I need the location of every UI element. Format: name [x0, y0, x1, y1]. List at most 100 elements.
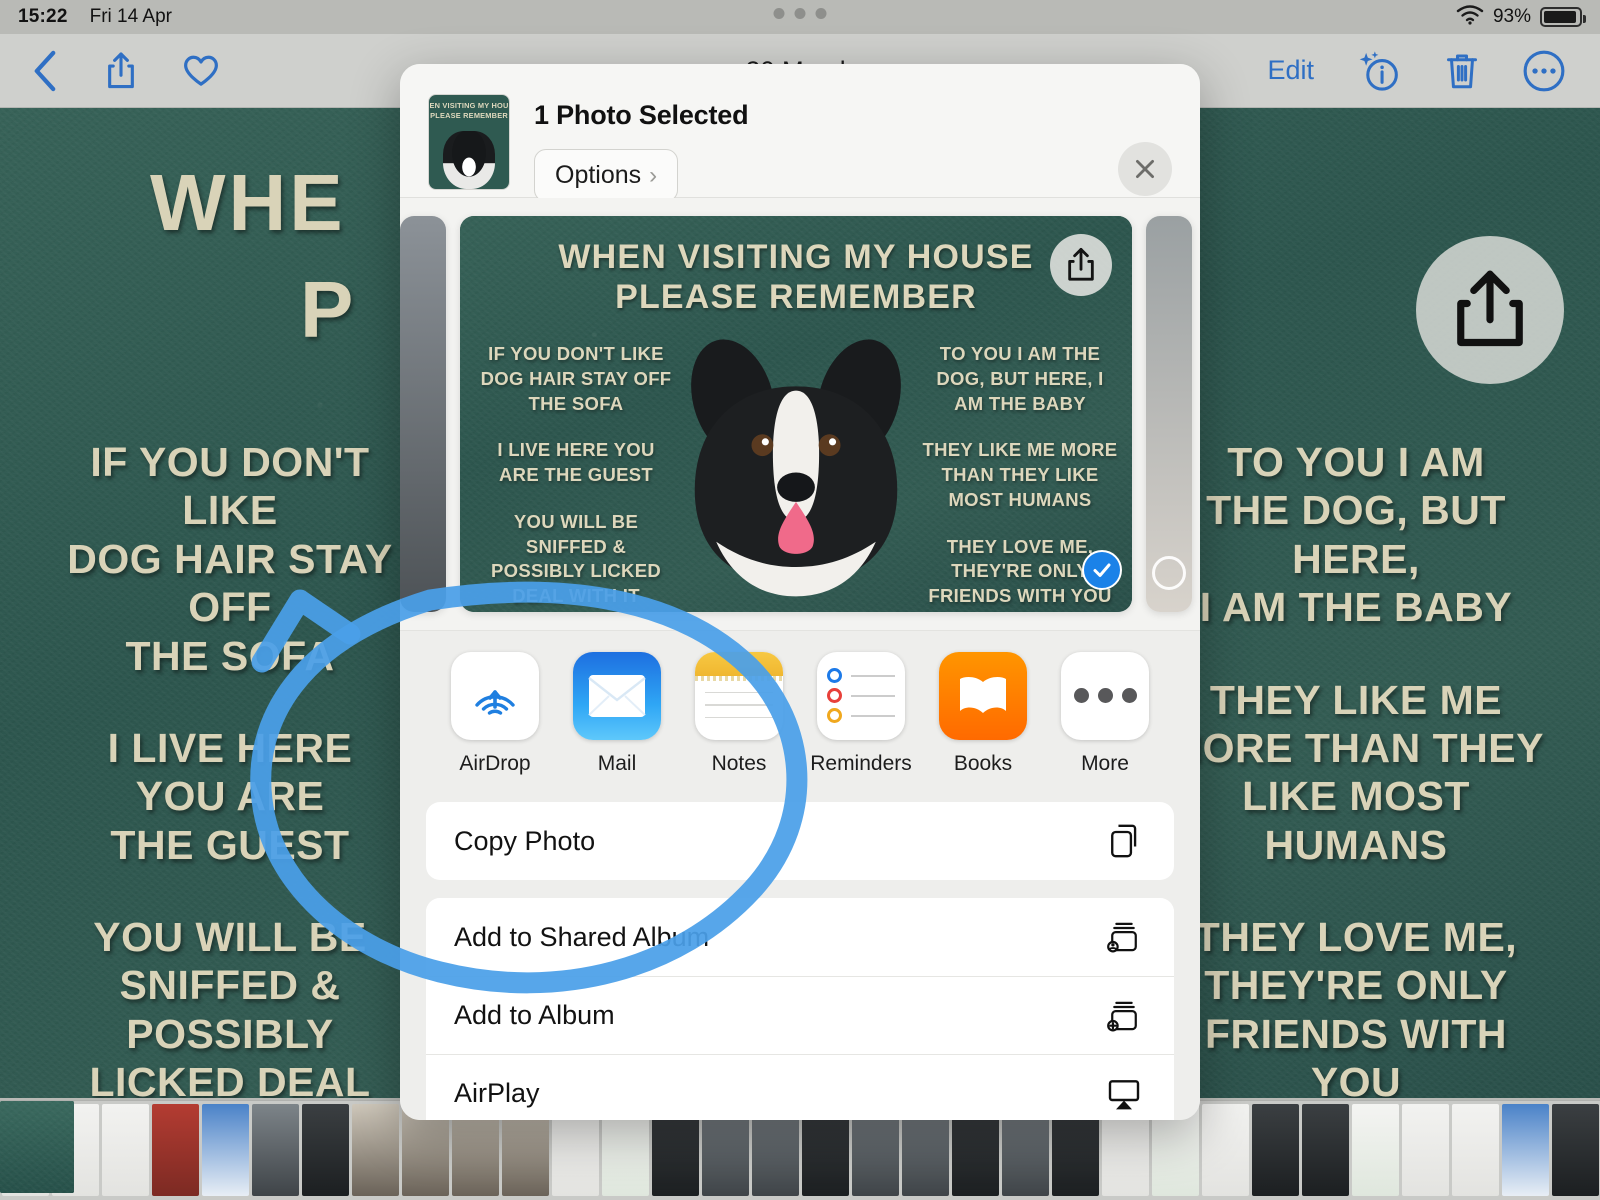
filmstrip-thumb[interactable] — [1552, 1104, 1599, 1196]
airdrop-icon — [451, 651, 539, 740]
filmstrip-thumb[interactable] — [1452, 1104, 1499, 1196]
action-group-copy: Copy Photo — [426, 802, 1174, 880]
airplay-icon — [1102, 1072, 1146, 1116]
bg-right-line-1: TO YOU I AM — [1227, 439, 1485, 485]
filmstrip-thumb[interactable] — [1252, 1104, 1299, 1196]
share-sheet[interactable]: EN VISITING MY HOU PLEASE REMEMBER 1 Pho… — [400, 64, 1200, 1120]
bg-left-line-1: IF YOU DON'T LIKE — [90, 439, 370, 534]
action-add-to-shared-album[interactable]: Add to Shared Album — [426, 898, 1174, 976]
preview-right-block-2: THEY LIKE ME MORE THAN THEY LIKE MOST HU… — [922, 439, 1118, 510]
filmstrip-thumb[interactable] — [1302, 1104, 1349, 1196]
status-time: 15:22 — [18, 6, 68, 27]
checkmark-circle-icon[interactable] — [1082, 550, 1122, 590]
heart-icon[interactable] — [182, 53, 220, 89]
filmstrip-thumb[interactable] — [1502, 1104, 1549, 1196]
bg-right-line-7: THEY LOVE ME, — [1194, 914, 1518, 960]
thumbnail-dog-image — [443, 131, 495, 189]
bg-right-line-3: I AM THE BABY — [1199, 584, 1513, 631]
more-circle-icon[interactable] — [1522, 49, 1566, 93]
bg-left-line-8: SNIFFED & POSSIBLY — [119, 962, 341, 1057]
filmstrip-thumb[interactable] — [202, 1104, 249, 1196]
edit-button[interactable]: Edit — [1267, 55, 1314, 86]
preview-selected-photo[interactable]: WHEN VISITING MY HOUSE PLEASE REMEMBER I… — [460, 216, 1132, 612]
bg-left-line-7: YOU WILL BE — [93, 914, 367, 960]
options-button[interactable]: Options › — [534, 149, 679, 202]
filmstrip-thumb[interactable] — [102, 1104, 149, 1196]
filmstrip-thumb[interactable] — [1202, 1104, 1249, 1196]
app-label: AirDrop — [459, 751, 531, 775]
filmstrip-thumb[interactable] — [252, 1104, 299, 1196]
share-icon[interactable] — [1050, 234, 1112, 296]
selected-photo-thumbnail[interactable]: EN VISITING MY HOU PLEASE REMEMBER — [428, 94, 510, 190]
preview-sign-title-1: WHEN VISITING MY HOUSE — [558, 238, 1034, 276]
share-app-row[interactable]: AirDrop Mail Notes Reminders Books More — [400, 630, 1200, 786]
info-sparkle-icon[interactable] — [1356, 49, 1402, 93]
preview-next-photo[interactable] — [1146, 216, 1192, 612]
thumbnail-line-2: PLEASE REMEMBER — [430, 110, 508, 120]
share-target-books[interactable]: Books — [922, 651, 1044, 776]
selection-title: 1 Photo Selected — [534, 100, 749, 130]
notes-icon — [695, 651, 783, 740]
reminders-icon — [817, 651, 905, 740]
thumbnail-line-1: EN VISITING MY HOU — [429, 101, 509, 110]
app-label: More — [1081, 751, 1129, 775]
bg-right-column: TO YOU I AM THE DOG, BUT HERE, I AM THE … — [1156, 438, 1556, 1098]
preview-left-block-1: IF YOU DON'T LIKE DOG HAIR STAY OFF THE … — [480, 343, 672, 414]
filmstrip-thumb[interactable] — [1402, 1104, 1449, 1196]
bg-right-line-2: THE DOG, BUT HERE, — [1206, 487, 1506, 582]
share-target-mail[interactable]: Mail — [556, 651, 678, 776]
preview-right-block-1: TO YOU I AM THE DOG, BUT HERE, I AM THE … — [936, 343, 1104, 414]
books-icon — [939, 651, 1027, 740]
preview-left-column: IF YOU DON'T LIKE DOG HAIR STAY OFF THE … — [478, 342, 674, 612]
options-label: Options — [555, 161, 642, 189]
action-add-to-album[interactable]: Add to Album — [426, 976, 1174, 1054]
bg-sign-title-line2: P — [300, 265, 357, 354]
app-label: Mail — [597, 751, 637, 775]
action-airplay[interactable]: AirPlay — [426, 1054, 1174, 1120]
multitask-handle-icon[interactable] — [773, 8, 827, 19]
photo-preview-carousel[interactable]: WHEN VISITING MY HOUSE PLEASE REMEMBER I… — [400, 198, 1200, 630]
share-target-reminders[interactable]: Reminders — [800, 651, 922, 776]
shared-album-icon — [1102, 915, 1146, 959]
filmstrip-thumb[interactable] — [352, 1104, 399, 1196]
action-label: Copy Photo — [454, 825, 596, 856]
action-label: Add to Shared Album — [454, 921, 710, 952]
filmstrip-thumb[interactable] — [0, 1101, 74, 1193]
empty-circle-icon[interactable] — [1152, 556, 1186, 590]
app-label: Reminders — [810, 751, 912, 775]
filmstrip-thumb[interactable] — [1352, 1104, 1399, 1196]
preview-left-block-2: I LIVE HERE YOU ARE THE GUEST — [497, 439, 655, 486]
share-target-more[interactable]: More — [1044, 651, 1166, 776]
preview-prev-photo[interactable] — [400, 216, 446, 612]
bg-left-line-6: THE GUEST — [110, 821, 350, 868]
action-copy-photo[interactable]: Copy Photo — [426, 802, 1174, 880]
action-label: AirPlay — [454, 1078, 540, 1108]
mail-icon — [573, 651, 661, 740]
bg-right-line-5: MORE THAN THEY — [1168, 724, 1544, 771]
bg-left-line-5: YOU ARE — [135, 773, 325, 820]
bg-left-line-9: LICKED DEAL WITH IT — [89, 1059, 371, 1098]
filmstrip-thumb[interactable] — [152, 1104, 199, 1196]
bg-left-line-2: DOG HAIR STAY OFF — [67, 535, 393, 631]
share-sheet-header: EN VISITING MY HOU PLEASE REMEMBER 1 Pho… — [400, 64, 1200, 202]
action-label: Add to Album — [454, 1000, 615, 1030]
app-label: Books — [953, 751, 1013, 775]
thumbnail-sign-text: EN VISITING MY HOU PLEASE REMEMBER — [429, 101, 509, 121]
action-group-albums: Add to Shared Album Add to Album AirPlay — [426, 898, 1174, 1120]
chevron-right-icon: › — [649, 161, 658, 189]
battery-percent: 93% — [1492, 6, 1531, 27]
bg-left-line-4: I LIVE HERE — [107, 724, 353, 771]
share-icon[interactable] — [1416, 236, 1564, 384]
share-icon[interactable] — [104, 50, 138, 92]
close-icon[interactable] — [1118, 142, 1172, 196]
preview-dog-image — [691, 339, 901, 597]
share-target-airdrop[interactable]: AirDrop — [434, 651, 556, 776]
share-target-notes[interactable]: Notes — [678, 651, 800, 776]
share-action-list[interactable]: Copy Photo Add to Shared Album Add to Al… — [400, 786, 1200, 1120]
back-chevron-icon[interactable] — [30, 48, 60, 94]
bg-left-line-3: THE SOFA — [125, 632, 335, 679]
bg-right-line-4: THEY LIKE ME — [1209, 676, 1503, 723]
app-label: Notes — [711, 751, 767, 775]
trash-icon[interactable] — [1444, 49, 1480, 93]
filmstrip-thumb[interactable] — [302, 1104, 349, 1196]
